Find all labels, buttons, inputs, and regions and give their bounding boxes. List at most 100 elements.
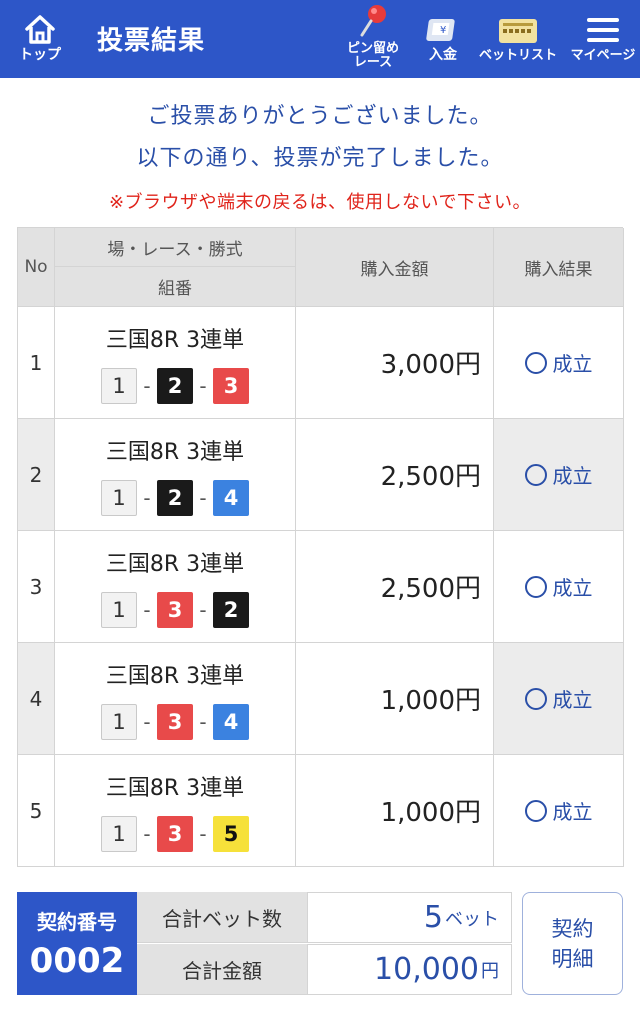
- combo-separator: -: [199, 709, 207, 734]
- total-amount: 10,000: [374, 952, 479, 987]
- svg-text:¥: ¥: [440, 25, 446, 36]
- complete-message: 以下の通り、投票が完了しました。: [136, 146, 504, 171]
- page-title: 投票結果: [97, 26, 206, 56]
- circle-icon: [524, 575, 547, 598]
- row-race-cell: 三国8R 3連単 1 - 3 - 5: [55, 755, 296, 867]
- row-amount: 3,000円: [296, 307, 494, 419]
- boat-2-badge: 2: [157, 479, 193, 516]
- row-race-cell: 三国8R 3連単 1 - 2 - 3: [55, 307, 296, 419]
- home-button[interactable]: トップ: [12, 0, 68, 78]
- deposit-button[interactable]: ¥ 入金: [416, 0, 470, 78]
- header-combo: 組番: [55, 267, 296, 307]
- boat-1-badge: 1: [101, 367, 137, 404]
- header-race: 場・レース・勝式: [55, 228, 296, 267]
- table-row: 1 三国8R 3連単 1 - 2 - 3 3,000円 成立: [18, 307, 624, 419]
- boat-3-badge: 3: [157, 703, 193, 740]
- row-result: 成立: [494, 755, 624, 867]
- bet-list-button[interactable]: ベットリスト: [476, 0, 560, 78]
- header-amount: 購入金額: [296, 228, 494, 307]
- home-label: トップ: [19, 47, 61, 63]
- total-amount-value: 10,000 円: [307, 944, 512, 995]
- total-bets-count: 5: [423, 900, 443, 935]
- menu-icon: [585, 0, 621, 46]
- bet-list-label: ベットリスト: [478, 48, 557, 63]
- circle-icon: [524, 463, 547, 486]
- pin-race-label: ピン留め レース: [346, 41, 399, 70]
- boat-2-badge: 2: [157, 367, 193, 404]
- pin-icon: [356, 0, 390, 40]
- race-name: 三国8R 3連単: [105, 327, 245, 353]
- deposit-icon: ¥: [426, 0, 460, 46]
- combo-separator: -: [143, 373, 151, 398]
- total-bets-label: 合計ベット数: [137, 892, 307, 943]
- combo-separator: -: [143, 597, 151, 622]
- result-label: 成立: [552, 352, 593, 376]
- combo-separator: -: [199, 485, 207, 510]
- circle-icon: [524, 799, 547, 822]
- combo: 1 - 3 - 4: [101, 703, 249, 740]
- row-race-cell: 三国8R 3連単 1 - 3 - 4: [55, 643, 296, 755]
- combo: 1 - 3 - 2: [101, 591, 249, 628]
- race-name: 三国8R 3連単: [105, 439, 245, 465]
- total-amount-label: 合計金額: [137, 944, 307, 995]
- row-amount: 2,500円: [296, 419, 494, 531]
- combo-separator: -: [143, 709, 151, 734]
- row-race-cell: 三国8R 3連単 1 - 3 - 2: [55, 531, 296, 643]
- total-bets-value: 5 ベット: [307, 892, 512, 943]
- row-race-cell: 三国8R 3連単 1 - 2 - 4: [55, 419, 296, 531]
- home-icon: [23, 0, 57, 46]
- total-amount-unit: 円: [481, 960, 499, 982]
- row-no: 4: [18, 643, 55, 755]
- row-result: 成立: [494, 531, 624, 643]
- boat-4-badge: 4: [213, 703, 249, 740]
- contract-number-box: 契約番号 0002: [17, 892, 137, 995]
- boat-3-badge: 3: [213, 367, 249, 404]
- row-result: 成立: [494, 307, 624, 419]
- circle-icon: [524, 687, 547, 710]
- result-label: 成立: [552, 800, 593, 824]
- vote-result-table: No 場・レース・勝式 組番 購入金額 購入結果 1 三国8R 3連単 1 - …: [17, 227, 624, 867]
- thanks-message: ご投票ありがとうございました。: [147, 104, 493, 129]
- my-page-label: マイページ: [570, 48, 636, 63]
- table-row: 4 三国8R 3連単 1 - 3 - 4 1,000円 成立: [18, 643, 624, 755]
- combo-separator: -: [199, 597, 207, 622]
- row-result: 成立: [494, 419, 624, 531]
- row-amount: 1,000円: [296, 755, 494, 867]
- row-no: 5: [18, 755, 55, 867]
- combo: 1 - 2 - 3: [101, 367, 249, 404]
- warning-message: ※ブラウザや端末の戻るは、使用しないで下さい。: [108, 192, 532, 213]
- boat-4-badge: 4: [213, 479, 249, 516]
- pin-race-button[interactable]: ピン留め レース: [336, 0, 410, 78]
- boat-1-badge: 1: [101, 591, 137, 628]
- boat-3-badge: 3: [157, 815, 193, 852]
- table-row: 3 三国8R 3連単 1 - 3 - 2 2,500円 成立: [18, 531, 624, 643]
- result-label: 成立: [552, 688, 593, 712]
- circle-icon: [524, 351, 547, 374]
- deposit-label: 入金: [429, 47, 457, 63]
- my-page-button[interactable]: マイページ: [566, 0, 640, 78]
- header-no: No: [18, 228, 55, 307]
- row-result: 成立: [494, 643, 624, 755]
- boat-1-badge: 1: [101, 703, 137, 740]
- result-label: 成立: [552, 464, 593, 488]
- row-no: 2: [18, 419, 55, 531]
- contract-detail-button[interactable]: 契約 明細: [522, 892, 623, 995]
- detail-button-line2: 明細: [551, 946, 594, 971]
- boat-1-badge: 1: [101, 479, 137, 516]
- combo-separator: -: [143, 485, 151, 510]
- header-result: 購入結果: [494, 228, 624, 307]
- combo: 1 - 3 - 5: [101, 815, 249, 852]
- combo-separator: -: [143, 821, 151, 846]
- table-header: No 場・レース・勝式 組番 購入金額 購入結果: [18, 228, 624, 307]
- combo-separator: -: [199, 821, 207, 846]
- bet-list-icon: [496, 0, 540, 46]
- app-header: トップ 投票結果 ピン留め レース ¥ 入金 ベットリスト マイページ: [0, 0, 640, 78]
- contract-number: 0002: [29, 941, 125, 981]
- boat-3-badge: 3: [157, 591, 193, 628]
- boat-2-badge: 2: [213, 591, 249, 628]
- contract-label: 契約番号: [37, 910, 117, 934]
- row-amount: 2,500円: [296, 531, 494, 643]
- result-label: 成立: [552, 576, 593, 600]
- row-no: 3: [18, 531, 55, 643]
- race-name: 三国8R 3連単: [105, 551, 245, 577]
